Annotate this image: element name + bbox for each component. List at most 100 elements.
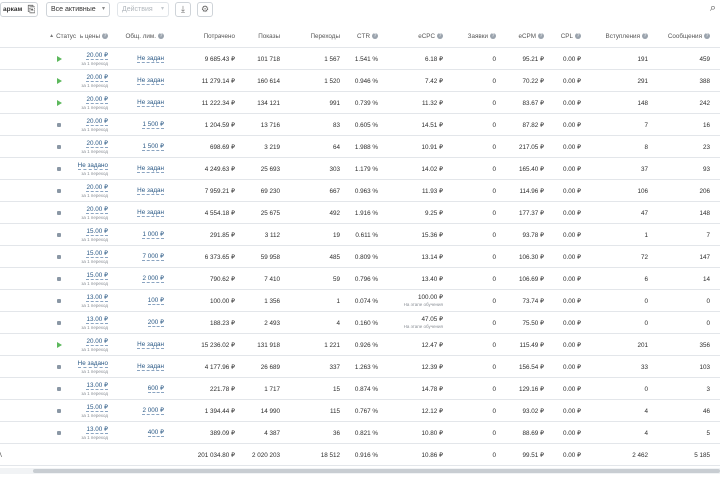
status-paused-icon[interactable] <box>52 114 66 136</box>
column-header-messages[interactable]: Сообщения? <box>648 24 710 48</box>
table-row[interactable]: 13.00 ₽ за 1 переход 100 ₽ 100.00 ₽ 1 356 1 0.… <box>0 290 720 312</box>
table-row[interactable]: 13.00 ₽ за 1 переход 600 ₽ 221.78 ₽ 1 717 15 0… <box>0 378 720 400</box>
limit-cell[interactable]: 1 500 ₽ <box>108 114 164 136</box>
table-row[interactable]: 13.00 ₽ за 1 переход 200 ₽ 188.23 ₽ 2 493 4 0.… <box>0 312 720 334</box>
bid-cell[interactable]: 15.00 ₽ за 1 переход <box>76 246 108 268</box>
status-paused-icon[interactable] <box>52 312 66 334</box>
status-paused-icon[interactable] <box>52 422 66 444</box>
table-row[interactable]: 20.00 ₽ за 1 переход Не задан 11 222.34 ₽ 13… <box>0 92 720 114</box>
status-paused-icon[interactable] <box>52 400 66 422</box>
table-row[interactable]: 15.00 ₽ за 1 переход 7 000 ₽ 6 373.65 ₽ 59 9… <box>0 246 720 268</box>
actions-dropdown[interactable]: Действия ▾ <box>117 2 169 17</box>
pause-icon <box>57 167 61 171</box>
table-row[interactable]: 20.00 ₽ за 1 переход Не задан 15 236.02 ₽ 13… <box>0 334 720 356</box>
bid-cell[interactable]: 15.00 ₽ за 1 переход <box>76 224 108 246</box>
limit-cell[interactable]: Не задан <box>108 180 164 202</box>
bid-cell[interactable]: 20.00 ₽ за 1 переход <box>76 202 108 224</box>
table-row[interactable]: 20.00 ₽ за 1 переход Не задан 7 959.21 ₽ 69 … <box>0 180 720 202</box>
limit-cell[interactable]: 100 ₽ <box>108 290 164 312</box>
column-header-ctr[interactable]: CTR? <box>340 24 378 48</box>
horizontal-scrollbar-thumb[interactable] <box>33 469 720 473</box>
bid-cell[interactable]: Не задано за 1 переход <box>76 158 108 180</box>
bid-cell[interactable]: 13.00 ₽ за 1 переход <box>76 312 108 334</box>
limit-cell[interactable]: Не задан <box>108 356 164 378</box>
settings-button[interactable]: ⚙ <box>197 2 213 17</box>
search-button[interactable]: ⌕ <box>706 1 720 16</box>
limit-cell[interactable]: 2 000 ₽ <box>108 268 164 290</box>
column-header-status[interactable]: ▲ Статус <box>42 24 76 48</box>
limit-cell[interactable]: Не задан <box>108 92 164 114</box>
limit-cell[interactable]: 600 ₽ <box>108 378 164 400</box>
status-active-icon[interactable] <box>52 92 66 114</box>
table-row[interactable]: 20.00 ₽ за 1 переход 1 500 ₽ 1 204.59 ₽ 13 7… <box>0 114 720 136</box>
limit-cell[interactable]: Не задан <box>108 202 164 224</box>
status-paused-icon[interactable] <box>52 136 66 158</box>
bid-cell[interactable]: 15.00 ₽ за 1 переход <box>76 400 108 422</box>
bid-cell[interactable]: 20.00 ₽ за 1 переход <box>76 48 108 70</box>
status-paused-icon[interactable] <box>52 158 66 180</box>
ecpc-value: 12.12 ₽ <box>421 407 443 415</box>
status-paused-icon[interactable] <box>52 180 66 202</box>
column-header-spent[interactable]: Потрачено <box>164 24 235 48</box>
bid-cell[interactable]: 20.00 ₽ за 1 переход <box>76 136 108 158</box>
joins-cell: 191 <box>637 55 648 63</box>
limit-cell[interactable]: 1 500 ₽ <box>108 136 164 158</box>
status-active-icon[interactable] <box>52 48 66 70</box>
column-header-ecpc[interactable]: eCPC? <box>378 24 443 48</box>
table-row[interactable]: 15.00 ₽ за 1 переход 2 000 ₽ 1 394.44 ₽ 14 9… <box>0 400 720 422</box>
limit-cell[interactable]: 1 000 ₽ <box>108 224 164 246</box>
status-filter-select[interactable]: Все активные ▾ <box>46 2 110 17</box>
status-paused-icon[interactable] <box>52 246 66 268</box>
pause-icon <box>57 321 61 325</box>
status-paused-icon[interactable] <box>52 356 66 378</box>
limit-cell[interactable]: 200 ₽ <box>108 312 164 334</box>
limit-cell[interactable]: 2 000 ₽ <box>108 400 164 422</box>
bid-cell[interactable]: 20.00 ₽ за 1 переход <box>76 334 108 356</box>
status-paused-icon[interactable] <box>52 202 66 224</box>
column-header-cpl[interactable]: CPL? <box>544 24 581 48</box>
status-paused-icon[interactable] <box>52 268 66 290</box>
column-header-limit[interactable]: Общ. лим.? <box>108 24 164 48</box>
bid-cell[interactable]: 20.00 ₽ за 1 переход <box>76 114 108 136</box>
limit-cell[interactable]: Не задан <box>108 70 164 92</box>
table-row[interactable]: 20.00 ₽ за 1 переход Не задан 9 685.43 ₽ 101… <box>0 48 720 70</box>
table-row[interactable]: Не задано за 1 переход Не задан 4 177.96 ₽ 2… <box>0 356 720 378</box>
limit-cell[interactable]: Не задан <box>108 334 164 356</box>
download-button[interactable]: ⤓ <box>175 2 191 17</box>
bid-cell[interactable]: Не задано за 1 переход <box>76 356 108 378</box>
column-header-joins[interactable]: Вступления? <box>581 24 648 48</box>
bid-cell[interactable]: 13.00 ₽ за 1 переход <box>76 290 108 312</box>
bid-value: 20.00 ₽ <box>86 183 108 192</box>
column-header-clicks[interactable]: Переходы <box>280 24 340 48</box>
campaign-title-button[interactable]: аркам ⎘ <box>0 2 38 17</box>
bid-sub-label: за 1 переход <box>81 412 108 418</box>
limit-cell[interactable]: 7 000 ₽ <box>108 246 164 268</box>
limit-cell[interactable]: Не задан <box>108 158 164 180</box>
status-paused-icon[interactable] <box>52 290 66 312</box>
table-row[interactable]: 20.00 ₽ за 1 переход 1 500 ₽ 698.69 ₽ 3 219 6… <box>0 136 720 158</box>
column-header-impressions[interactable]: Показы <box>235 24 280 48</box>
bid-cell[interactable]: 13.00 ₽ за 1 переход <box>76 378 108 400</box>
column-header-bid[interactable]: ь цены? <box>76 24 108 48</box>
bid-cell[interactable]: 20.00 ₽ за 1 переход <box>76 180 108 202</box>
status-active-icon[interactable] <box>52 334 66 356</box>
limit-cell[interactable]: 400 ₽ <box>108 422 164 444</box>
column-header-leads[interactable]: Заявки? <box>443 24 496 48</box>
table-row[interactable]: 20.00 ₽ за 1 переход Не задан 4 554.18 ₽ 25 … <box>0 202 720 224</box>
spent-cell: 790.62 ₽ <box>209 275 235 283</box>
bid-cell[interactable]: 15.00 ₽ за 1 переход <box>76 268 108 290</box>
bid-cell[interactable]: 13.00 ₽ за 1 переход <box>76 422 108 444</box>
bid-cell[interactable]: 20.00 ₽ за 1 переход <box>76 92 108 114</box>
status-paused-icon[interactable] <box>52 224 66 246</box>
table-row[interactable]: 20.00 ₽ за 1 переход Не задан 11 279.14 ₽ 16… <box>0 70 720 92</box>
status-active-icon[interactable] <box>52 70 66 92</box>
table-row[interactable]: Не задано за 1 переход Не задан 4 249.63 ₽ 2… <box>0 158 720 180</box>
bid-cell[interactable]: 20.00 ₽ за 1 переход <box>76 70 108 92</box>
status-paused-icon[interactable] <box>52 378 66 400</box>
limit-cell[interactable]: Не задан <box>108 48 164 70</box>
table-row[interactable]: 13.00 ₽ за 1 переход 400 ₽ 389.09 ₽ 4 387 36 0… <box>0 422 720 444</box>
table-row[interactable]: 15.00 ₽ за 1 переход 2 000 ₽ 790.62 ₽ 7 410 5… <box>0 268 720 290</box>
column-header-ecpm[interactable]: eCPM? <box>496 24 544 48</box>
table-row[interactable]: 15.00 ₽ за 1 переход 1 000 ₽ 291.85 ₽ 3 112 1… <box>0 224 720 246</box>
totals-leads: 0 <box>492 451 496 459</box>
